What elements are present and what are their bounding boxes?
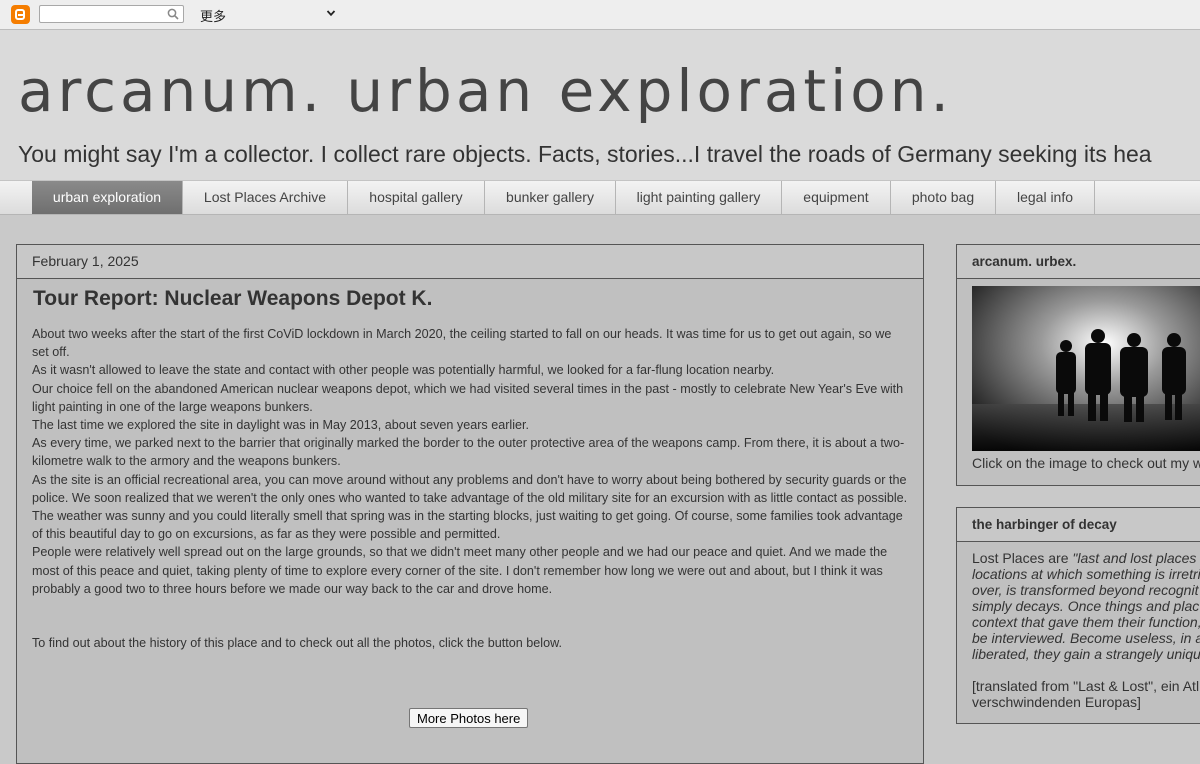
post-paragraph: The weather was sunny and you could lite… (32, 509, 903, 542)
blogger-logo-icon[interactable] (11, 5, 30, 24)
page-tabs: urban exploration Lost Places Archive ho… (0, 180, 1200, 215)
widget-title: arcanum. urbex. (957, 245, 1200, 279)
widget-quote: "last and lost places locations at which… (972, 550, 1200, 662)
more-dropdown[interactable]: 更多 (200, 6, 340, 25)
widget-caption: Click on the image to check out my w (972, 455, 1200, 471)
chevron-down-icon (326, 10, 336, 17)
blog-header: arcanum. urban exploration. You might sa… (0, 30, 1200, 180)
search-icon[interactable] (167, 8, 179, 20)
urbex-silhouette-image[interactable] (972, 286, 1200, 451)
more-label: 更多 (200, 10, 227, 25)
post-body: About two weeks after the start of the f… (32, 325, 908, 652)
blog-description: You might say I'm a collector. I collect… (18, 141, 1152, 167)
more-photos-button[interactable]: More Photos here (409, 708, 529, 728)
tab-bunker-gallery[interactable]: bunker gallery (485, 181, 616, 214)
widget-source: [translated from "Last & Lost", ein Atl … (972, 678, 1200, 710)
search-input[interactable] (44, 7, 166, 23)
tab-hospital-gallery[interactable]: hospital gallery (348, 181, 485, 214)
blogger-navbar: 更多 (0, 0, 1200, 30)
tab-equipment[interactable]: equipment (782, 181, 891, 214)
post-paragraph: As the site is an official recreational … (32, 472, 908, 505)
post-date: February 1, 2025 (17, 245, 923, 279)
post-paragraph: People were relatively well spread out o… (32, 545, 888, 596)
tab-legal-info[interactable]: legal info (996, 181, 1095, 214)
post-paragraph: As every time, we parked next to the bar… (32, 436, 905, 469)
widget-intro: Lost Places are (972, 550, 1073, 566)
tab-light-painting-gallery[interactable]: light painting gallery (616, 181, 782, 214)
tab-lost-places-archive[interactable]: Lost Places Archive (183, 181, 348, 214)
post-paragraph: The last time we explored the site in da… (32, 418, 530, 433)
widget-title: the harbinger of decay (957, 508, 1200, 542)
search-box[interactable] (39, 5, 184, 23)
blog-post: February 1, 2025 Tour Report: Nuclear We… (16, 244, 924, 764)
tab-photo-bag[interactable]: photo bag (891, 181, 996, 214)
sidebar-widget-text: the harbinger of decay Lost Places are "… (956, 507, 1200, 724)
blog-title[interactable]: arcanum. urban exploration. (18, 62, 953, 120)
post-cta-text: To find out about the history of this pl… (32, 636, 562, 651)
tab-urban-exploration[interactable]: urban exploration (32, 181, 183, 214)
widget-text-body: Lost Places are "last and lost places lo… (972, 550, 1200, 710)
post-paragraph: Our choice fell on the abandoned America… (32, 381, 904, 414)
sidebar-widget-image: arcanum. urbex. Click on the image to ch… (956, 244, 1200, 486)
post-title[interactable]: Tour Report: Nuclear Weapons Depot K. (33, 287, 432, 311)
post-paragraph: As it wasn't allowed to leave the state … (32, 363, 775, 378)
post-paragraph: About two weeks after the start of the f… (32, 327, 892, 360)
